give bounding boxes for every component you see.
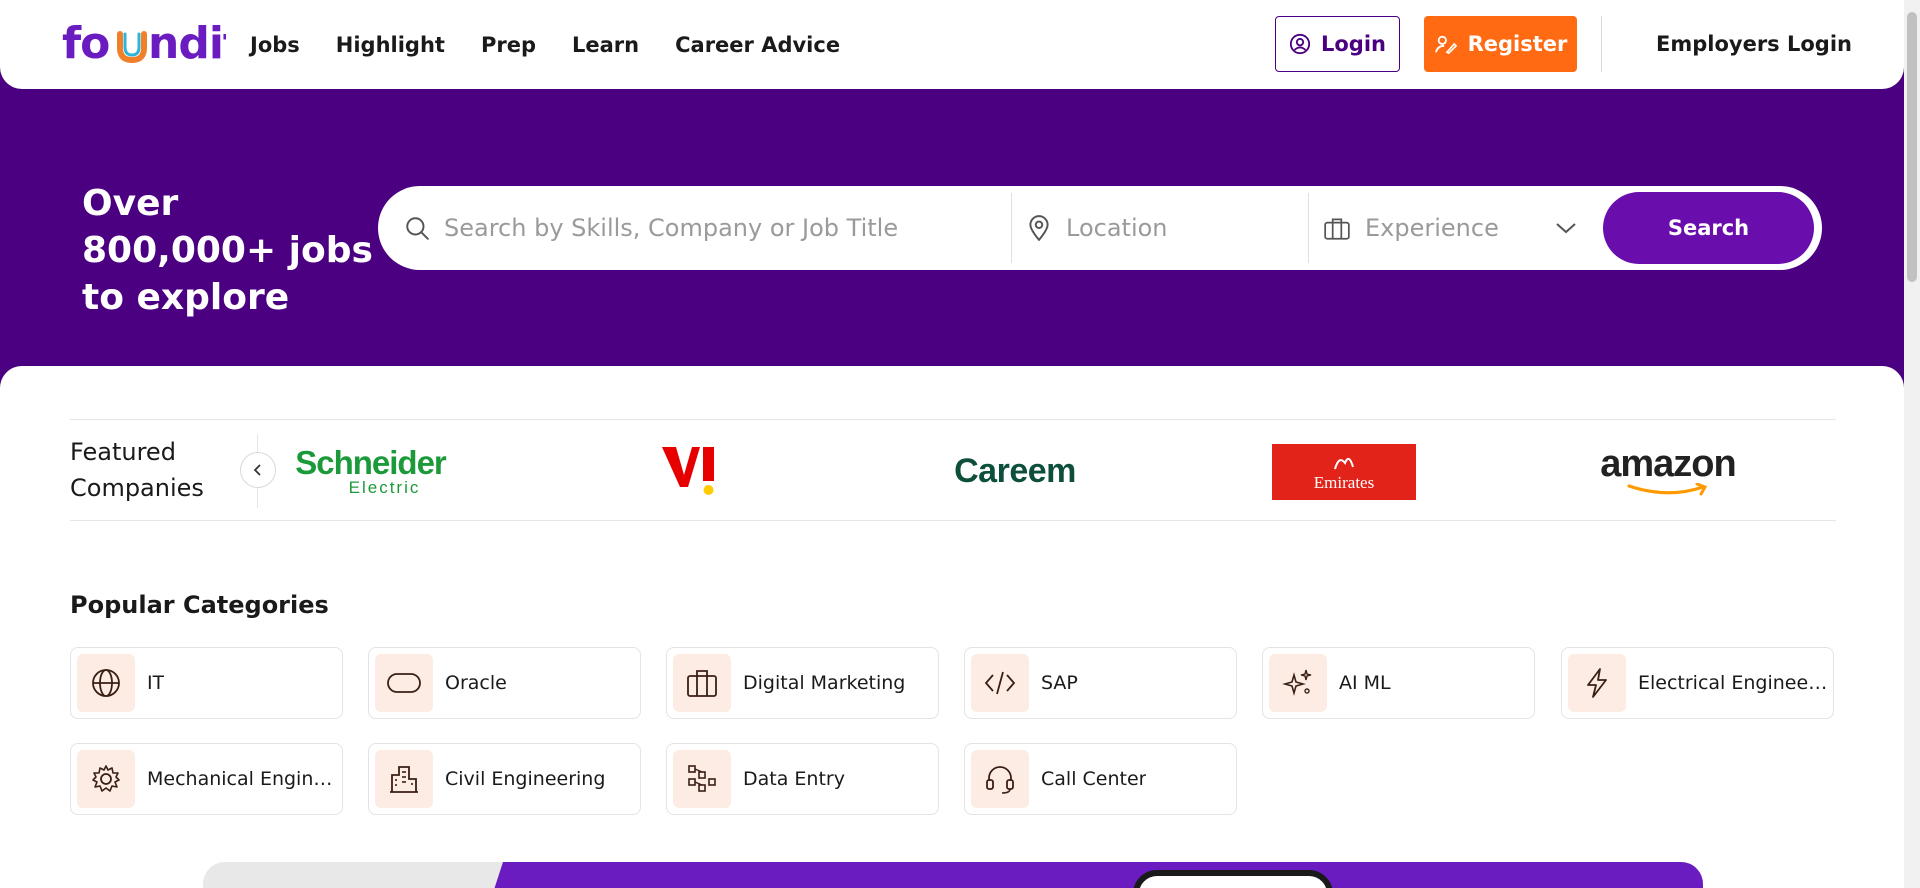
- foundit-logo-mark: fo ndit: [62, 18, 245, 69]
- briefcase-icon: [1324, 218, 1350, 240]
- briefcase-icon: [673, 654, 731, 712]
- location-field[interactable]: [1011, 193, 1308, 263]
- category-label: Digital Marketing: [743, 672, 906, 694]
- header: fo ndit Jobs Highlight Prep Learn Career…: [0, 0, 1904, 89]
- nav-prep[interactable]: Prep: [481, 33, 536, 57]
- emirates-calligraphy-mark: [1334, 457, 1354, 470]
- data-blocks-icon: [673, 750, 731, 808]
- register-button[interactable]: Register: [1424, 16, 1577, 72]
- main-nav: Jobs Highlight Prep Learn Career Advice: [250, 0, 876, 89]
- company-logo-emirates[interactable]: Emirates: [1272, 444, 1416, 500]
- code-icon: [971, 654, 1029, 712]
- category-it[interactable]: IT: [70, 647, 343, 719]
- nav-jobs[interactable]: Jobs: [250, 33, 300, 57]
- company-logo-vi[interactable]: [650, 438, 730, 504]
- job-search-bar: Experience Search: [378, 186, 1822, 270]
- skills-search-field[interactable]: [378, 186, 1011, 270]
- svg-text:fo: fo: [62, 18, 109, 68]
- search-button[interactable]: Search: [1603, 192, 1814, 264]
- category-label: Electrical Engineering: [1638, 672, 1828, 694]
- chevron-down-icon: [1556, 223, 1576, 234]
- svg-text:ndit: ndit: [148, 18, 226, 68]
- amazon-smile-icon: [1627, 483, 1708, 496]
- category-label: Mechanical Enginee...: [147, 768, 337, 790]
- emirates-wordmark: Emirates: [1313, 473, 1375, 492]
- login-button[interactable]: Login: [1275, 16, 1400, 72]
- search-icon: [406, 217, 429, 240]
- headset-icon: [971, 750, 1029, 808]
- category-label: SAP: [1041, 672, 1078, 694]
- featured-companies: Featured Companies Schneider Electric Ca…: [70, 419, 1836, 521]
- chevron-left-icon: [253, 464, 261, 476]
- location-input[interactable]: [1066, 214, 1296, 242]
- user-pen-icon: [1434, 35, 1457, 55]
- category-label: Civil Engineering: [445, 768, 606, 790]
- vi-logo-mark: [662, 447, 714, 495]
- category-ai-ml[interactable]: AI ML: [1262, 647, 1535, 719]
- hero-title: Over 800,000+ jobs to explore: [82, 183, 373, 318]
- category-label: Oracle: [445, 672, 507, 694]
- category-digital-marketing[interactable]: Digital Marketing: [666, 647, 939, 719]
- nav-highlight[interactable]: Highlight: [336, 33, 445, 57]
- nav-career-advice[interactable]: Career Advice: [675, 33, 840, 57]
- company-logo-careem[interactable]: Careem: [940, 438, 1090, 504]
- gear-icon: [77, 750, 135, 808]
- phone-illustration: [1133, 870, 1333, 888]
- lightning-icon: [1568, 654, 1626, 712]
- location-pin-icon: [1029, 215, 1049, 242]
- schneider-sub-wordmark: Electric: [348, 478, 421, 497]
- pill-shape-icon: [375, 654, 433, 712]
- featured-companies-title: Featured Companies: [70, 438, 204, 502]
- header-divider: [1601, 16, 1602, 72]
- nav-learn[interactable]: Learn: [572, 33, 639, 57]
- category-call-center[interactable]: Call Center: [964, 743, 1237, 815]
- company-logo-schneider[interactable]: Schneider Electric: [295, 438, 447, 504]
- page: fo ndit Jobs Highlight Prep Learn Career…: [0, 0, 1920, 888]
- category-data-entry[interactable]: Data Entry: [666, 743, 939, 815]
- scrollbar-thumb[interactable]: [1907, 12, 1917, 282]
- globe-icon: [77, 654, 135, 712]
- category-oracle[interactable]: Oracle: [368, 647, 641, 719]
- category-civil-engineering[interactable]: Civil Engineering: [368, 743, 641, 815]
- employers-login-link[interactable]: Employers Login: [1656, 0, 1852, 89]
- foundit-logo[interactable]: fo ndit: [62, 18, 245, 69]
- register-label: Register: [1467, 32, 1568, 56]
- popular-categories-title: Popular Categories: [70, 591, 329, 619]
- content-panel: Featured Companies Schneider Electric Ca…: [0, 366, 1904, 888]
- category-label: AI ML: [1339, 672, 1391, 694]
- building-icon: [375, 750, 433, 808]
- skills-search-input[interactable]: [444, 214, 1004, 242]
- category-label: IT: [147, 672, 165, 694]
- experience-select[interactable]: Experience: [1308, 193, 1608, 263]
- user-circle-icon: [1289, 33, 1311, 55]
- login-label: Login: [1321, 32, 1386, 56]
- category-sap[interactable]: SAP: [964, 647, 1237, 719]
- company-logo-amazon[interactable]: amazon: [1593, 438, 1743, 504]
- carousel-prev-button[interactable]: [240, 452, 276, 488]
- sparkles-icon: [1269, 654, 1327, 712]
- category-label: Data Entry: [743, 768, 845, 790]
- amazon-wordmark: amazon: [1600, 443, 1736, 485]
- banner-purple-panel: [483, 862, 1703, 888]
- category-label: Call Center: [1041, 768, 1147, 790]
- category-mechanical-engineering[interactable]: Mechanical Enginee...: [70, 743, 343, 815]
- experience-placeholder: Experience: [1365, 214, 1499, 242]
- promo-banner[interactable]: [203, 862, 1703, 888]
- category-electrical-engineering[interactable]: Electrical Engineering: [1561, 647, 1834, 719]
- schneider-wordmark: Schneider: [295, 444, 447, 481]
